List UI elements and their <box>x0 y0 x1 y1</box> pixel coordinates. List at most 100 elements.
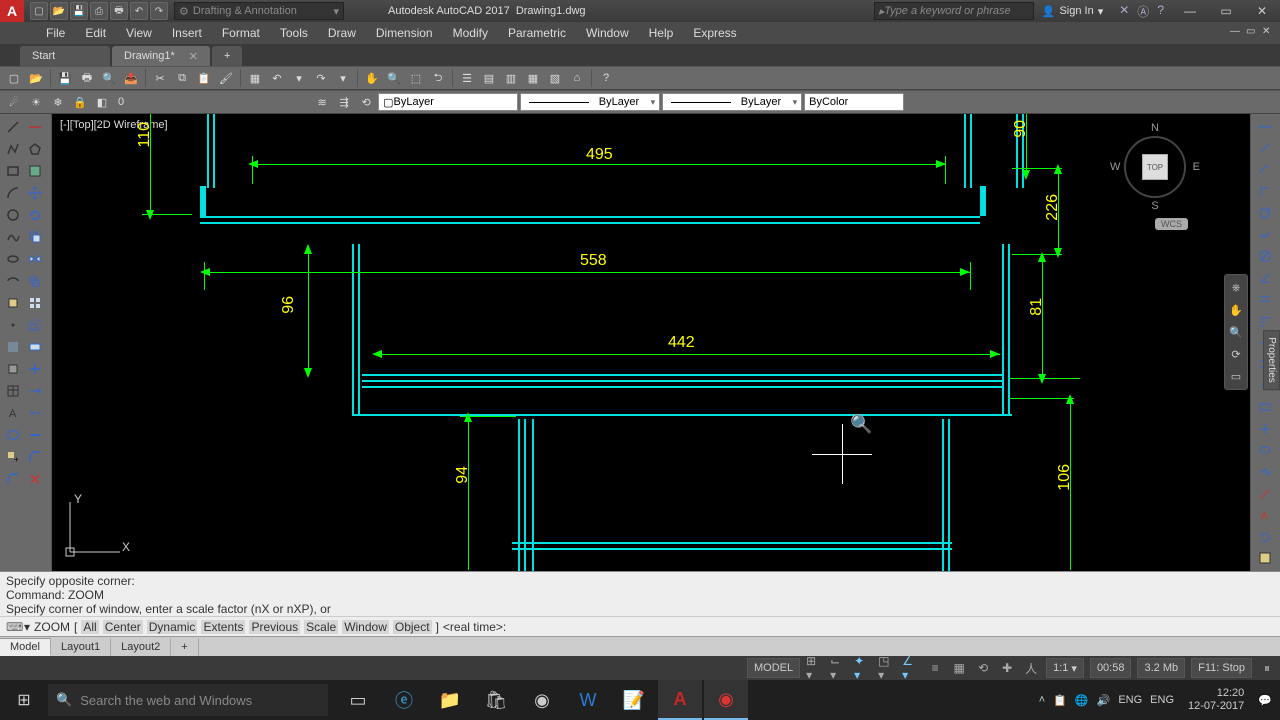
start-button[interactable]: ⊞ <box>0 680 48 720</box>
a360-icon[interactable]: Ⓐ <box>1137 3 1149 20</box>
tab-layout1[interactable]: Layout1 <box>51 638 111 656</box>
saveas-icon[interactable]: ⎙ <box>90 2 108 20</box>
matchprop-icon[interactable]: 🖌 <box>216 68 236 88</box>
maximize-button[interactable]: ▭ <box>1208 0 1244 22</box>
lwt-toggle-icon[interactable]: ≡ <box>926 659 944 677</box>
rec-pause-icon[interactable]: ⏸ <box>1258 659 1276 677</box>
new-doc-icon[interactable]: ▢ <box>4 68 24 88</box>
tray-chevron-icon[interactable]: ˄ <box>1039 694 1045 706</box>
layer-state-icon[interactable]: ≋ <box>312 92 332 112</box>
zoom-win-icon[interactable]: ⬚ <box>406 68 426 88</box>
annoscale-icon[interactable]: 人 <box>1022 659 1040 677</box>
notes-icon[interactable]: 📝 <box>612 680 656 720</box>
pan-icon[interactable]: ✋ <box>362 68 382 88</box>
ellipse-tool-icon[interactable] <box>3 249 23 269</box>
layer-freeze-icon[interactable]: ❄ <box>48 92 68 112</box>
copy-icon[interactable]: ⧉ <box>172 68 192 88</box>
xline-tool-icon[interactable] <box>25 117 45 137</box>
plotstyle-dropdown[interactable]: ByColor <box>804 93 904 111</box>
notification-icon[interactable]: 💬 <box>1258 694 1272 707</box>
mirror-tool-icon[interactable] <box>25 249 45 269</box>
chamfer-tool-icon[interactable] <box>25 447 45 467</box>
signin-button[interactable]: 👤 Sign In ▾ <box>1034 5 1111 18</box>
dim-diameter-icon[interactable] <box>1254 246 1276 266</box>
dimedit-icon[interactable] <box>1254 484 1276 504</box>
zoom-previous[interactable]: Previous <box>249 620 300 634</box>
grid-toggle-icon[interactable]: ⊞ ▾ <box>806 659 824 677</box>
offset-tool-icon[interactable] <box>25 271 45 291</box>
rectangle-tool-icon[interactable] <box>3 161 23 181</box>
wcs-label[interactable]: WCS <box>1155 218 1188 230</box>
stretch-tool-icon[interactable] <box>25 337 45 357</box>
tray-notes-icon[interactable]: 📋 <box>1053 694 1067 707</box>
explode-tool-icon[interactable] <box>25 469 45 489</box>
tab-model[interactable]: Model <box>0 638 51 656</box>
tray-lang2[interactable]: ENG <box>1150 694 1174 706</box>
quickdim-icon[interactable] <box>1254 290 1276 310</box>
layer-lock-icon[interactable]: 🔒 <box>70 92 90 112</box>
doc-restore-icon[interactable]: ▭ <box>1246 26 1260 40</box>
markup-icon[interactable]: ▧ <box>545 68 565 88</box>
zoom-extents[interactable]: Extents <box>201 620 245 634</box>
tab-layout2[interactable]: Layout2 <box>111 638 171 656</box>
zoom-nav-icon[interactable]: 🔍 <box>1227 323 1245 341</box>
workspace-dropdown[interactable]: ⚙ Drafting & Annotation ▾ <box>174 2 344 20</box>
viewcube-top[interactable]: TOP <box>1142 154 1168 180</box>
layer-color-icon[interactable]: ◧ <box>92 92 112 112</box>
transparency-icon[interactable]: ▦ <box>950 659 968 677</box>
scale-dropdown[interactable]: 1:1 ▾ <box>1046 658 1084 678</box>
tray-volume-icon[interactable]: 🔊 <box>1097 694 1111 707</box>
linetype-dropdown[interactable]: ByLayer▾ <box>520 93 660 111</box>
layerprops-icon[interactable]: ☄ <box>4 92 24 112</box>
region-tool-icon[interactable] <box>3 359 23 379</box>
join-tool-icon[interactable] <box>25 425 45 445</box>
model-space-toggle[interactable]: MODEL <box>747 658 800 678</box>
app-logo[interactable]: A <box>0 0 24 22</box>
open-doc-icon[interactable]: 📂 <box>26 68 46 88</box>
otrack-toggle-icon[interactable]: ∠ ▾ <box>902 659 920 677</box>
menu-edit[interactable]: Edit <box>75 22 116 44</box>
properties-icon[interactable]: ☰ <box>457 68 477 88</box>
explorer-icon[interactable]: 📁 <box>428 680 472 720</box>
command-input[interactable]: ⌨▾ ZOOM [All Center Dynamic Extents Prev… <box>0 616 1280 636</box>
menu-insert[interactable]: Insert <box>162 22 212 44</box>
layer-sun-icon[interactable]: ☀ <box>26 92 46 112</box>
store-icon[interactable]: 🛍 <box>474 680 518 720</box>
tab-drawing1[interactable]: Drawing1*✕ <box>112 46 210 66</box>
polar-toggle-icon[interactable]: ✦ ▾ <box>854 659 872 677</box>
menu-view[interactable]: View <box>116 22 162 44</box>
scale-tool-icon[interactable] <box>25 315 45 335</box>
showmotion-icon[interactable]: ▭ <box>1227 367 1245 385</box>
dim-radius-icon[interactable] <box>1254 203 1276 223</box>
dimstyle-update-icon[interactable] <box>1254 527 1276 547</box>
autocad-taskbar-icon[interactable]: A <box>658 680 702 720</box>
taskview-icon[interactable]: ▭ <box>336 680 380 720</box>
zoom-center[interactable]: Center <box>103 620 143 634</box>
properties-panel-tab[interactable]: Properties <box>1263 330 1280 390</box>
dim-baseline-icon[interactable] <box>1254 311 1276 331</box>
blockeditor-icon[interactable]: ▦ <box>245 68 265 88</box>
viewcube[interactable]: N S E W TOP <box>1110 122 1200 212</box>
rotate-tool-icon[interactable] <box>25 205 45 225</box>
dim-linear-icon[interactable] <box>1254 117 1276 137</box>
print-icon[interactable]: 🖶 <box>110 2 128 20</box>
hatch-tool-icon[interactable] <box>25 161 45 181</box>
dimstyle-icon[interactable] <box>1254 549 1276 569</box>
plot-icon[interactable]: 🖶 <box>77 68 97 88</box>
redo-icon[interactable]: ↷ <box>150 2 168 20</box>
block-tool-icon[interactable] <box>3 293 23 313</box>
polygon-tool-icon[interactable] <box>25 139 45 159</box>
designcenter-icon[interactable]: ▤ <box>479 68 499 88</box>
lineweight-dropdown[interactable]: ByLayer▾ <box>662 93 802 111</box>
menu-express[interactable]: Express <box>683 22 746 44</box>
menu-dimension[interactable]: Dimension <box>366 22 443 44</box>
line-tool-icon[interactable] <box>3 117 23 137</box>
menu-draw[interactable]: Draw <box>318 22 366 44</box>
osnap-toggle-icon[interactable]: ◳ ▾ <box>878 659 896 677</box>
save-doc-icon[interactable]: 💾 <box>55 68 75 88</box>
earc-tool-icon[interactable] <box>3 271 23 291</box>
zoom-dynamic[interactable]: Dynamic <box>147 620 198 634</box>
undo-dd-icon[interactable]: ▾ <box>289 68 309 88</box>
break-tool-icon[interactable] <box>25 403 45 423</box>
orbit-nav-icon[interactable]: ⟳ <box>1227 345 1245 363</box>
